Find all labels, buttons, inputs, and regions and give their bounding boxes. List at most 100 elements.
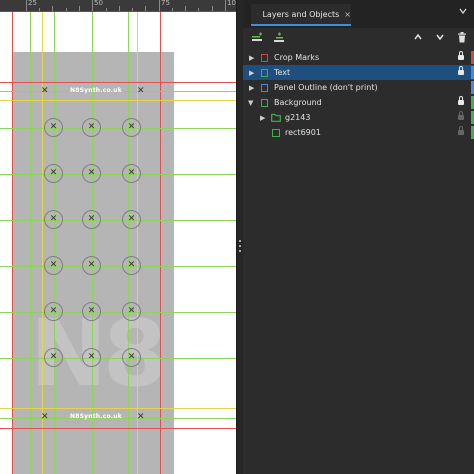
drawing-canvas[interactable]: N8 ✕ ✕ N8Synth.co.uk ✕ ✕ N8Synth.co.uk ✕…	[0, 0, 236, 474]
screw-mark: ✕	[137, 412, 145, 422]
layer-color-swatch	[261, 83, 268, 92]
guide-line	[0, 82, 236, 83]
guide-line	[0, 174, 236, 175]
dock-tabbar: Layers and Objects ×	[243, 0, 474, 28]
guide-line	[128, 11, 129, 474]
drag-grip-icon	[239, 240, 241, 252]
add-layer-icon[interactable]	[251, 32, 263, 44]
ruler-label: 25	[28, 0, 37, 7]
screw-mark: ✕	[41, 412, 49, 422]
guide-line	[92, 11, 93, 474]
ruler-tick	[106, 8, 107, 11]
guide-line	[12, 11, 13, 474]
add-sublayer-icon[interactable]	[273, 32, 285, 44]
rect-object-icon	[272, 128, 280, 137]
layer-row-background[interactable]: ▼ Background	[243, 95, 474, 110]
guide-line	[54, 11, 55, 474]
ruler-tick	[198, 8, 199, 11]
guide-line	[0, 428, 236, 429]
jack-marker: ✕	[82, 256, 101, 275]
ruler-label: 75	[161, 0, 170, 7]
panel-splitter[interactable]	[236, 0, 243, 474]
guide-line	[0, 408, 236, 409]
ruler-tick	[92, 0, 93, 11]
tab-layers-and-objects[interactable]: Layers and Objects ×	[251, 4, 351, 26]
layer-label: Text	[274, 68, 291, 77]
ruler-tick	[39, 8, 40, 11]
layers-icon	[257, 13, 259, 15]
ruler-tick	[132, 8, 133, 11]
expand-arrow-icon[interactable]: ▶	[260, 114, 265, 122]
jack-marker: ✕	[122, 348, 141, 367]
close-icon[interactable]: ×	[344, 10, 351, 19]
guide-line	[0, 266, 236, 267]
screw-mark: ✕	[41, 86, 49, 96]
layer-label: Crop Marks	[274, 53, 320, 62]
object-row-rect6901[interactable]: rect6901	[243, 125, 474, 140]
guide-line	[30, 11, 31, 474]
layer-color-swatch	[261, 68, 268, 77]
horizontal-ruler[interactable]: 25 50 75 10	[0, 0, 236, 12]
jack-marker: ✕	[122, 118, 141, 137]
layer-row-panel-outline[interactable]: ▶ Panel Outline (don't print)	[243, 80, 474, 95]
layer-label: Background	[274, 98, 322, 107]
brand-label-bottom: N8Synth.co.uk	[70, 413, 122, 420]
jack-marker: ✕	[44, 210, 63, 229]
chevron-down-icon[interactable]	[458, 6, 468, 16]
ruler-tick	[26, 0, 27, 11]
lock-icon[interactable]	[458, 66, 464, 76]
tab-title: Layers and Objects	[262, 9, 340, 19]
jack-marker: ✕	[82, 348, 101, 367]
expand-arrow-icon[interactable]: ▶	[249, 84, 254, 92]
jack-marker: ✕	[122, 302, 141, 321]
jack-marker: ✕	[44, 118, 63, 137]
ruler-tick	[52, 6, 53, 11]
expand-arrow-icon[interactable]: ▶	[249, 54, 254, 62]
guide-line	[0, 128, 236, 129]
trash-icon[interactable]	[457, 32, 467, 43]
ruler-label: 10	[227, 0, 236, 7]
expand-arrow-icon[interactable]: ▶	[249, 69, 254, 77]
layer-label: Panel Outline (don't print)	[274, 83, 378, 92]
ruler-tick	[79, 6, 80, 11]
lock-icon[interactable]	[458, 51, 464, 61]
jack-marker: ✕	[44, 256, 63, 275]
jack-marker: ✕	[82, 118, 101, 137]
jack-marker: ✕	[82, 164, 101, 183]
jack-marker: ✕	[122, 164, 141, 183]
layer-row-text[interactable]: ▶ Text	[243, 65, 474, 80]
guide-line	[137, 11, 138, 474]
collapse-arrow-icon[interactable]: ▼	[248, 99, 253, 107]
guide-line	[0, 358, 236, 359]
jack-marker: ✕	[44, 348, 63, 367]
unlock-icon[interactable]	[458, 111, 464, 121]
guide-line	[160, 11, 161, 474]
jack-marker: ✕	[82, 302, 101, 321]
object-row-g2143[interactable]: ▶ g2143	[243, 110, 474, 125]
layer-color-swatch	[261, 98, 268, 107]
unlock-icon[interactable]	[458, 126, 464, 136]
ruler-tick	[66, 8, 67, 11]
lock-icon[interactable]	[458, 96, 464, 106]
layer-row-crop-marks[interactable]: ▶ Crop Marks	[243, 50, 474, 65]
layers-toolbar	[243, 30, 474, 48]
ruler-tick	[212, 6, 213, 11]
guide-line	[0, 312, 236, 313]
ruler-tick	[185, 6, 186, 11]
ruler-tick	[145, 6, 146, 11]
layers-dock: Layers and Objects × ▶ Crop Marks ▶ Text…	[243, 0, 474, 474]
guide-line	[0, 220, 236, 221]
ruler-tick	[159, 0, 160, 11]
jack-marker: ✕	[44, 164, 63, 183]
object-label: g2143	[285, 113, 311, 122]
jack-marker: ✕	[122, 256, 141, 275]
jack-marker: ✕	[122, 210, 141, 229]
group-folder-icon	[271, 113, 281, 122]
guide-line	[42, 11, 43, 474]
jack-marker: ✕	[44, 302, 63, 321]
chevron-up-icon[interactable]	[413, 32, 423, 42]
ruler-label: 50	[94, 0, 103, 7]
jack-marker: ✕	[82, 210, 101, 229]
ruler-tick	[119, 6, 120, 11]
chevron-down-icon[interactable]	[435, 32, 445, 42]
